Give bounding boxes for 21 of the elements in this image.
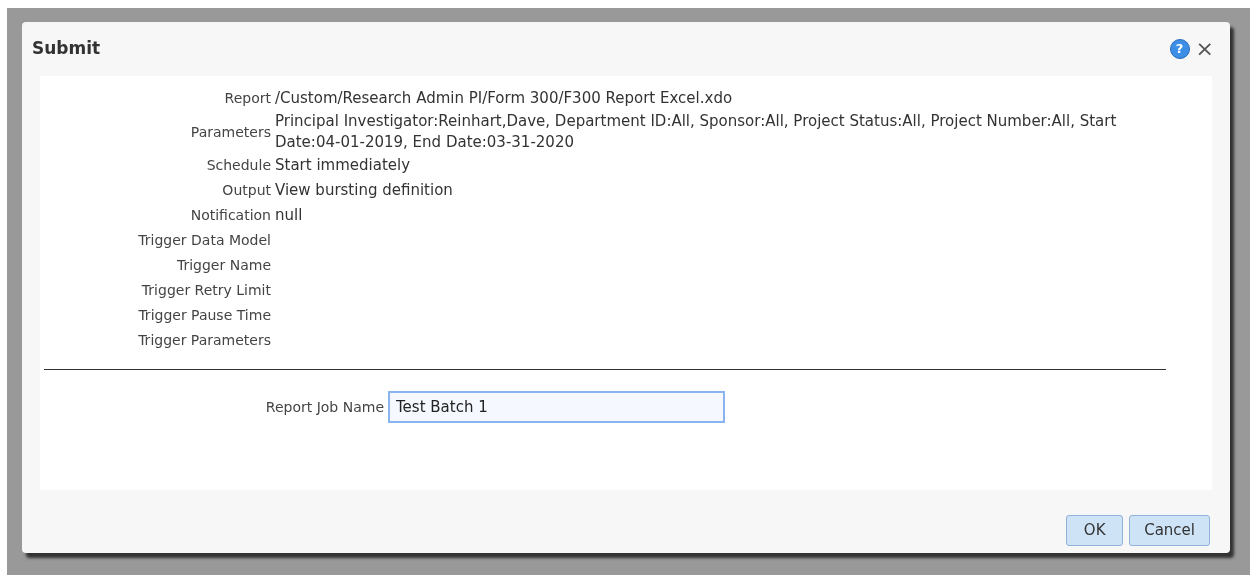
dialog-title: Submit — [32, 37, 102, 61]
field-label: Output — [221, 181, 272, 200]
input-field[interactable]: Test Batch 1 — [388, 391, 725, 423]
field-value: Principal Investigator:Reinhart,Dave, Department ID:All, Sponsor:All, Project Status:All, Project Number:All, Start Date:04-01-2019, End Date:03-31-2020 — [275, 111, 1118, 153]
field-label: Trigger Name — [175, 256, 272, 275]
dialog-button[interactable]: Cancel — [1129, 515, 1210, 546]
field-value: null — [275, 205, 304, 226]
field-label: Trigger Retry Limit — [140, 281, 272, 300]
field-label: Report Job Name — [264, 397, 385, 417]
field-label: Parameters — [189, 122, 272, 142]
field-value: /Custom/Research Admin PI/Form 300/F300 Report Excel.xdo — [275, 88, 734, 109]
field-label: Trigger Pause Time — [137, 306, 272, 325]
field-label: Trigger Parameters — [137, 331, 272, 350]
field-label: Report — [223, 89, 272, 108]
field-value: View bursting definition — [275, 180, 454, 201]
field-value: Start immediately — [275, 155, 412, 176]
dialog-button[interactable]: OK — [1066, 515, 1124, 546]
close-icon[interactable]: × — [1195, 38, 1214, 60]
field-label: Schedule — [205, 156, 272, 175]
field-label: Notification — [189, 206, 272, 225]
field-label: Trigger Data Model — [137, 231, 272, 250]
